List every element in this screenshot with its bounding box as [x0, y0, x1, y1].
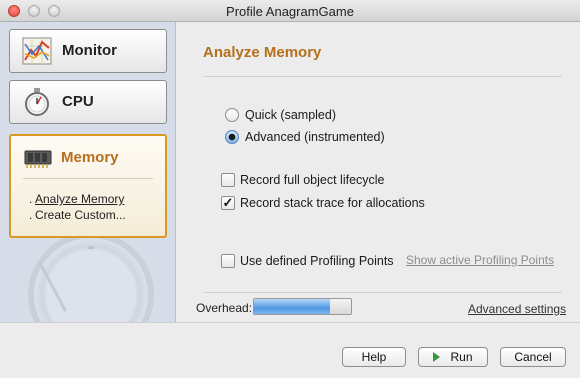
show-profiling-points-link[interactable]: Show active Profiling Points — [406, 253, 554, 267]
profile-dialog: Profile AnagramGame Monitor CPU Memory .… — [0, 0, 580, 378]
window-title: Profile AnagramGame — [226, 4, 354, 19]
sidebar-item-label: Monitor — [62, 42, 117, 59]
divider — [23, 178, 153, 179]
record-lifecycle-checkbox[interactable] — [221, 173, 235, 187]
advanced-instrumented-label: Advanced (instrumented) — [245, 130, 385, 144]
record-stack-trace-label: Record stack trace for allocations — [240, 196, 425, 210]
stopwatch-icon — [25, 88, 49, 116]
monitor-graph-icon — [22, 37, 52, 65]
sidebar-item-memory[interactable]: Memory . Analyze Memory . Create Custom... — [9, 134, 167, 238]
divider — [203, 76, 562, 77]
main-panel: Analyze Memory Quick (sampled) Advanced … — [177, 22, 580, 322]
advanced-settings-link[interactable]: Advanced settings — [468, 302, 566, 316]
profiling-points-checkbox[interactable] — [221, 254, 235, 268]
quick-sampled-radio[interactable] — [225, 108, 239, 122]
run-play-icon — [433, 352, 441, 362]
sidebar-item-monitor[interactable]: Monitor — [9, 29, 167, 73]
profiling-points-label: Use defined Profiling Points — [240, 254, 394, 268]
sidebar-item-cpu[interactable]: CPU — [9, 80, 167, 124]
advanced-instrumented-radio[interactable] — [225, 130, 239, 144]
dial-watermark-icon — [28, 232, 154, 322]
sidebar-item-label: CPU — [62, 93, 94, 110]
overhead-meter — [253, 298, 352, 315]
overhead-meter-fill — [254, 299, 330, 314]
title-bar: Profile AnagramGame — [0, 0, 580, 22]
record-stack-trace-checkbox[interactable]: ✓ — [221, 196, 235, 210]
sidebar-item-label: Memory — [61, 149, 119, 166]
record-lifecycle-label: Record full object lifecycle — [240, 173, 385, 187]
help-button[interactable]: Help — [342, 347, 406, 367]
page-title: Analyze Memory — [203, 44, 322, 61]
quick-sampled-label: Quick (sampled) — [245, 108, 336, 122]
run-button[interactable]: Run — [418, 347, 488, 367]
link-create-custom[interactable]: . Create Custom... — [29, 208, 126, 222]
sidebar: Monitor CPU Memory . Analyze Memory . Cr… — [0, 22, 176, 322]
cancel-button[interactable]: Cancel — [500, 347, 566, 367]
dialog-footer: Help Run Cancel — [0, 322, 580, 378]
overhead-label: Overhead: — [196, 301, 253, 315]
divider — [203, 292, 562, 293]
memory-chip-icon — [24, 150, 52, 168]
link-analyze-memory[interactable]: . Analyze Memory — [29, 192, 124, 206]
